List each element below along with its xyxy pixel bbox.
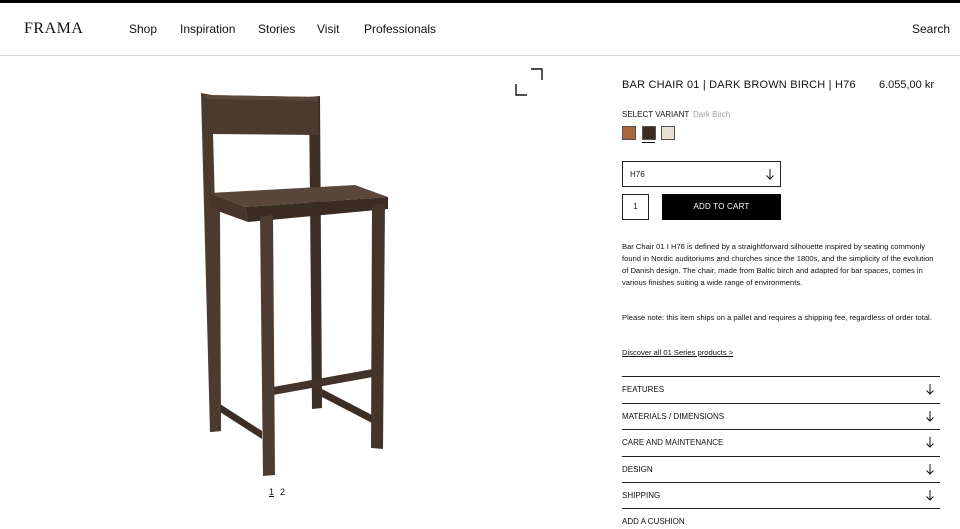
- nav-shop[interactable]: Shop: [129, 22, 157, 36]
- accordion-label: SHIPPING: [622, 491, 661, 500]
- swatch-natural[interactable]: [661, 126, 675, 140]
- accordion-label: FEATURES: [622, 385, 665, 394]
- search-link[interactable]: Search: [912, 22, 950, 36]
- product-image[interactable]: [0, 57, 560, 529]
- swatch-dark-birch[interactable]: [642, 126, 656, 140]
- height-select[interactable]: H76: [622, 161, 781, 187]
- swatch-light-brown[interactable]: [622, 126, 636, 140]
- accordion-label: DESIGN: [622, 465, 653, 474]
- accordion-add-cushion[interactable]: ADD A CUSHION: [622, 508, 940, 529]
- arrow-down-icon: [926, 437, 934, 448]
- arrow-down-icon: [926, 384, 934, 395]
- gallery-page-1[interactable]: 1: [269, 487, 274, 497]
- accordion-design[interactable]: DESIGN: [622, 456, 940, 482]
- product-price: 6.055,00 kr: [878, 79, 934, 91]
- product-title: BAR CHAIR 01 | DARK BROWN BIRCH | H76: [622, 79, 856, 91]
- arrow-down-icon: [926, 490, 934, 501]
- accordion-label: MATERIALS / DIMENSIONS: [622, 412, 725, 421]
- nav-professionals[interactable]: Professionals: [364, 22, 436, 36]
- accordion-care-maintenance[interactable]: CARE AND MAINTENANCE: [622, 429, 940, 455]
- nav-stories[interactable]: Stories: [258, 22, 295, 36]
- add-to-cart-button[interactable]: ADD TO CART: [662, 194, 781, 220]
- shipping-note: Please note: this item ships on a pallet…: [622, 313, 932, 322]
- arrow-down-icon: [926, 464, 934, 475]
- accordion-label: CARE AND MAINTENANCE: [622, 438, 724, 447]
- accordion-shipping[interactable]: SHIPPING: [622, 482, 940, 508]
- expand-icon[interactable]: [515, 68, 543, 96]
- variant-value: Dark Birch: [693, 110, 731, 119]
- nav-visit[interactable]: Visit: [317, 22, 339, 36]
- discover-series-link[interactable]: Discover all 01 Series products >: [622, 348, 733, 357]
- site-header: FRAMA Shop Inspiration Stories Visit Pro…: [0, 3, 960, 56]
- arrow-down-icon: [766, 169, 774, 180]
- accordion-materials-dimensions[interactable]: MATERIALS / DIMENSIONS: [622, 403, 940, 429]
- accordion-features[interactable]: FEATURES: [622, 376, 940, 402]
- gallery-page-2[interactable]: 2: [280, 487, 285, 497]
- selected-swatch-indicator: [642, 142, 655, 143]
- nav-inspiration[interactable]: Inspiration: [180, 22, 235, 36]
- arrow-down-icon: [926, 411, 934, 422]
- height-select-value: H76: [630, 170, 645, 179]
- quantity-input[interactable]: 1: [622, 194, 649, 220]
- logo[interactable]: FRAMA: [24, 20, 83, 38]
- accordion-label: ADD A CUSHION: [622, 517, 685, 526]
- product-description: Bar Chair 01 I H76 is defined by a strai…: [622, 242, 934, 287]
- variant-label: SELECT VARIANT: [622, 110, 690, 119]
